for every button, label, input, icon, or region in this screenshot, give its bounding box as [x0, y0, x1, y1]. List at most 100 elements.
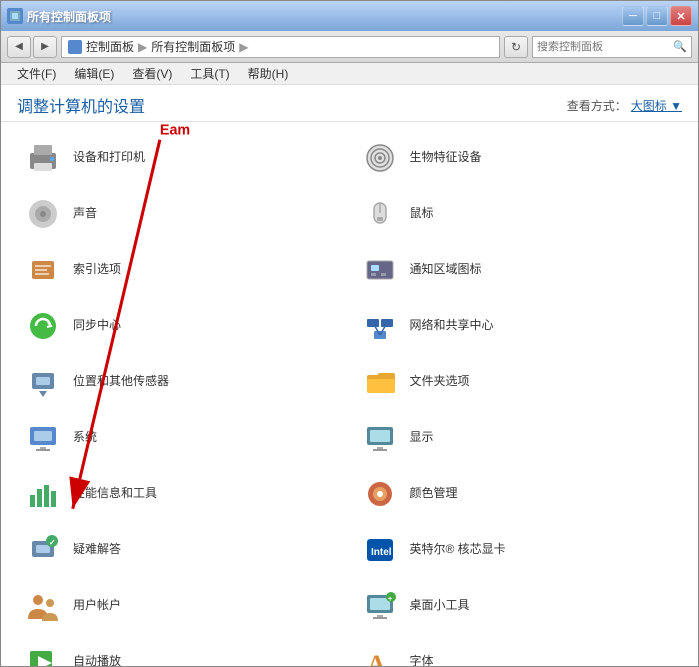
view-label: 查看方式：: [567, 97, 627, 114]
svg-text:A: A: [367, 650, 386, 666]
item-icon-intel: Intel: [360, 530, 400, 570]
address-bar: ◀ ▶ 控制面板 ▶ 所有控制面板项 ▶ ↻ 🔍: [1, 31, 698, 63]
item-label-autoplay: 自动播放: [73, 654, 121, 666]
address-path[interactable]: 控制面板 ▶ 所有控制面板项 ▶: [61, 36, 500, 58]
item-system[interactable]: 系统: [13, 410, 350, 466]
search-input[interactable]: [537, 41, 673, 53]
item-index[interactable]: 索引选项: [13, 242, 350, 298]
minimize-button[interactable]: ─: [622, 6, 644, 26]
path-part-2: 所有控制面板项: [151, 38, 235, 55]
item-fonts[interactable]: A 字体: [350, 634, 687, 666]
item-autoplay[interactable]: 自动播放: [13, 634, 350, 666]
item-icon-display: [360, 418, 400, 458]
item-mouse[interactable]: 鼠标: [350, 186, 687, 242]
item-label-color: 颜色管理: [410, 486, 458, 502]
content-area: Eam 调整计算机的设置 查看方式： 大图标 ▼: [1, 85, 698, 666]
item-folder[interactable]: 文件夹选项: [350, 354, 687, 410]
item-label-devices: 设备和打印机: [73, 150, 145, 166]
items-grid: 设备和打印机 生物特征设备: [13, 130, 686, 666]
item-icon-location: [23, 362, 63, 402]
item-icon-index: [23, 250, 63, 290]
item-icon-folder: [360, 362, 400, 402]
item-icon-sync: [23, 306, 63, 346]
item-label-fonts: 字体: [410, 654, 434, 666]
close-button[interactable]: ✕: [670, 6, 692, 26]
view-options: 查看方式： 大图标 ▼: [567, 97, 682, 114]
item-icon-devices: [23, 138, 63, 178]
item-label-index: 索引选项: [73, 262, 121, 278]
item-icon-autoplay: [23, 642, 63, 666]
item-icon-network: [360, 306, 400, 346]
item-label-sync: 同步中心: [73, 318, 121, 334]
item-label-desktop: 桌面小工具: [410, 598, 470, 614]
item-label-sound: 声音: [73, 206, 97, 222]
menu-edit[interactable]: 编辑(E): [66, 63, 122, 84]
svg-text:+: +: [388, 596, 392, 603]
item-devices-printers[interactable]: 设备和打印机: [13, 130, 350, 186]
path-part-1: 控制面板: [86, 38, 134, 55]
search-box[interactable]: 🔍: [532, 36, 692, 58]
item-icon-fonts: A: [360, 642, 400, 666]
item-color[interactable]: 颜色管理: [350, 466, 687, 522]
window-icon: [7, 8, 23, 24]
item-label-display: 显示: [410, 430, 434, 446]
item-label-intel: 英特尔® 核芯显卡: [410, 542, 506, 558]
item-icon-troubleshoot: ✓: [23, 530, 63, 570]
menu-tools[interactable]: 工具(T): [182, 63, 237, 84]
items-container[interactable]: 设备和打印机 生物特征设备: [1, 122, 698, 666]
main-window: 所有控制面板项 ─ □ ✕ ◀ ▶ 控制面板 ▶ 所有控制面板项 ▶ ↻ 🔍 文…: [0, 0, 699, 667]
title-bar: 所有控制面板项 ─ □ ✕: [1, 1, 698, 31]
item-troubleshoot[interactable]: ✓ 疑难解答: [13, 522, 350, 578]
title-bar-left: 所有控制面板项: [7, 8, 111, 25]
nav-buttons: ◀ ▶: [7, 36, 57, 58]
search-icon: 🔍: [673, 40, 687, 53]
refresh-button[interactable]: ↻: [504, 36, 528, 58]
menu-bar: 文件(F) 编辑(E) 查看(V) 工具(T) 帮助(H): [1, 63, 698, 85]
item-icon-system: [23, 418, 63, 458]
item-label-notify: 通知区域图标: [410, 262, 482, 278]
title-bar-buttons: ─ □ ✕: [622, 6, 692, 26]
item-sound[interactable]: 声音: [13, 186, 350, 242]
item-sync[interactable]: 同步中心: [13, 298, 350, 354]
item-icon-notify: [360, 250, 400, 290]
path-sep-1: ▶: [138, 40, 147, 54]
item-icon-sound: [23, 194, 63, 234]
view-current[interactable]: 大图标 ▼: [631, 97, 682, 114]
path-icon: [68, 40, 82, 54]
back-button[interactable]: ◀: [7, 36, 31, 58]
item-network[interactable]: 网络和共享中心: [350, 298, 687, 354]
item-notify[interactable]: 通知区域图标: [350, 242, 687, 298]
item-user-accounts[interactable]: 用户帐户: [13, 578, 350, 634]
item-label-user: 用户帐户: [73, 598, 121, 614]
item-icon-desktop: +: [360, 586, 400, 626]
item-label-performance: 性能信息和工具: [73, 486, 157, 502]
item-icon-performance: [23, 474, 63, 514]
svg-text:✓: ✓: [49, 538, 56, 547]
item-label-system: 系统: [73, 430, 97, 446]
forward-button[interactable]: ▶: [33, 36, 57, 58]
item-label-mouse: 鼠标: [410, 206, 434, 222]
content-title: 调整计算机的设置: [17, 93, 145, 117]
item-performance[interactable]: 性能信息和工具: [13, 466, 350, 522]
item-display[interactable]: 显示: [350, 410, 687, 466]
item-label-network: 网络和共享中心: [410, 318, 494, 334]
menu-file[interactable]: 文件(F): [9, 63, 64, 84]
item-icon-biometric: [360, 138, 400, 178]
item-location[interactable]: 位置和其他传感器: [13, 354, 350, 410]
item-intel[interactable]: Intel 英特尔® 核芯显卡: [350, 522, 687, 578]
window-title: 所有控制面板项: [27, 8, 111, 25]
path-sep-2: ▶: [239, 40, 248, 54]
item-icon-mouse: [360, 194, 400, 234]
maximize-button[interactable]: □: [646, 6, 668, 26]
menu-view[interactable]: 查看(V): [124, 63, 180, 84]
item-label-folder: 文件夹选项: [410, 374, 470, 390]
item-biometric[interactable]: 生物特征设备: [350, 130, 687, 186]
item-label-troubleshoot: 疑难解答: [73, 542, 121, 558]
svg-text:Intel: Intel: [371, 547, 392, 558]
item-desktop-gadgets[interactable]: + 桌面小工具: [350, 578, 687, 634]
item-icon-user: [23, 586, 63, 626]
content-header: 调整计算机的设置 查看方式： 大图标 ▼: [1, 85, 698, 122]
item-label-biometric: 生物特征设备: [410, 150, 482, 166]
menu-help[interactable]: 帮助(H): [240, 63, 297, 84]
item-icon-color: [360, 474, 400, 514]
